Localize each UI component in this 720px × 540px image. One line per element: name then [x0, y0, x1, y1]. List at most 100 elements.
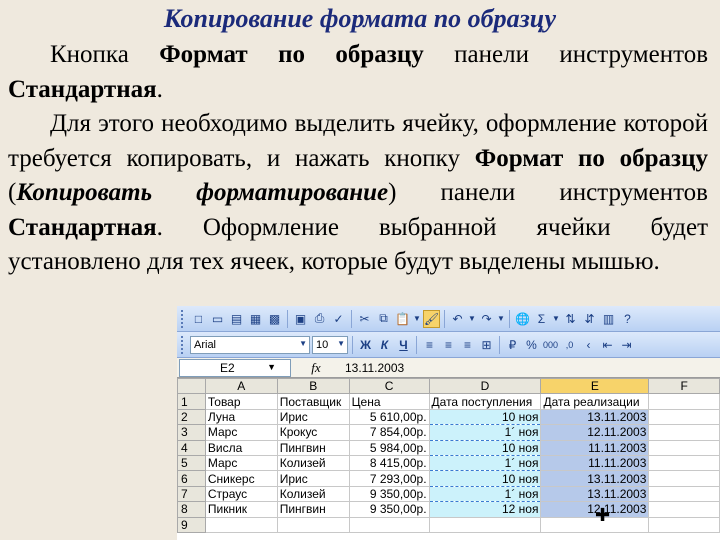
cell[interactable]: Колизей — [276, 454, 350, 472]
cell[interactable]: Дата реализации — [540, 393, 650, 410]
copy-icon[interactable]: ⧉ — [375, 310, 392, 328]
autosum-dropdown-icon[interactable]: ▼ — [552, 314, 560, 323]
cell[interactable]: 12 ноя — [428, 501, 542, 518]
sort-ascending-icon[interactable]: ⇅ — [562, 310, 579, 328]
cell[interactable]: Колизей — [276, 485, 350, 503]
cell[interactable]: Сникерс — [204, 470, 278, 487]
italic-icon[interactable]: К — [376, 336, 393, 354]
email-icon[interactable]: ▩ — [266, 310, 283, 328]
increase-decimal-icon[interactable]: ,0 — [561, 336, 578, 354]
undo-icon[interactable]: ↶ — [449, 310, 466, 328]
cell[interactable]: 9 350,00р. — [348, 501, 430, 518]
cell[interactable] — [648, 516, 720, 533]
cell[interactable]: Товар — [204, 393, 278, 410]
row-header[interactable]: 8 — [177, 501, 206, 518]
undo-dropdown-icon[interactable]: ▼ — [468, 314, 476, 323]
column-header[interactable]: D — [428, 377, 542, 395]
align-right-icon[interactable]: ≡ — [459, 336, 476, 354]
cell[interactable]: 10 ноя — [428, 470, 542, 487]
cell[interactable]: 11.11.2003 — [540, 439, 650, 456]
cell[interactable] — [648, 501, 720, 518]
row-header[interactable]: 3 — [177, 424, 206, 441]
open-icon[interactable]: ▭ — [209, 310, 226, 328]
align-center-icon[interactable]: ≡ — [440, 336, 457, 354]
cell[interactable]: 13.11.2003 — [540, 408, 650, 426]
column-header[interactable]: A — [204, 377, 278, 395]
cell[interactable]: 11.11.2003 — [540, 454, 650, 472]
cell[interactable]: 8 415,00р. — [348, 454, 430, 472]
cell[interactable]: Крокус — [276, 424, 350, 441]
permission-icon[interactable]: ▦ — [247, 310, 264, 328]
redo-icon[interactable]: ↷ — [478, 310, 495, 328]
redo-dropdown-icon[interactable]: ▼ — [497, 314, 505, 323]
comma-style-icon[interactable]: 000 — [542, 336, 559, 354]
merge-center-icon[interactable]: ⊞ — [478, 336, 495, 354]
cell[interactable]: Цена — [348, 393, 430, 410]
cell[interactable]: 7 854,00р. — [348, 424, 430, 441]
cell[interactable]: 5 610,00р. — [348, 408, 430, 426]
row-header[interactable]: 6 — [177, 470, 206, 487]
cell[interactable]: Страус — [204, 485, 278, 503]
cell[interactable] — [648, 454, 720, 472]
increase-indent-icon[interactable]: ⇥ — [618, 336, 635, 354]
select-all-corner[interactable] — [177, 377, 206, 395]
toolbar-grip[interactable] — [181, 309, 185, 328]
cell[interactable] — [648, 485, 720, 503]
cell[interactable]: Пингвин — [276, 501, 350, 518]
name-box[interactable]: E2 ▼ — [179, 358, 291, 377]
cell[interactable]: Пингвин — [276, 439, 350, 456]
currency-icon[interactable]: ₽ — [504, 336, 521, 354]
cut-icon[interactable]: ✂ — [356, 310, 373, 328]
print-icon[interactable]: ▣ — [292, 310, 309, 328]
font-name-select[interactable]: Arial ▼ — [190, 335, 310, 354]
hyperlink-icon[interactable]: 🌐 — [514, 310, 531, 328]
cell[interactable]: 1´ ноя — [428, 454, 542, 472]
cell[interactable]: 1´ ноя — [428, 485, 542, 503]
chart-wizard-icon[interactable]: ▥ — [600, 310, 617, 328]
cell[interactable] — [204, 516, 278, 533]
cell[interactable] — [428, 516, 542, 533]
decrease-indent-icon[interactable]: ⇤ — [599, 336, 616, 354]
cell[interactable]: 1´ ноя — [428, 424, 542, 441]
column-header[interactable]: E — [540, 377, 650, 395]
row-header[interactable]: 4 — [177, 439, 206, 456]
bold-icon[interactable]: Ж — [357, 336, 374, 354]
function-icon[interactable]: fx — [291, 360, 341, 376]
formula-input[interactable]: 13.11.2003 — [341, 361, 404, 375]
new-icon[interactable]: □ — [190, 310, 207, 328]
cell[interactable]: 10 ноя — [428, 408, 542, 426]
spelling-icon[interactable]: ✓ — [330, 310, 347, 328]
column-header[interactable]: F — [648, 377, 720, 395]
sort-descending-icon[interactable]: ⇵ — [581, 310, 598, 328]
preview-icon[interactable]: ⎙ — [311, 310, 328, 328]
cell[interactable] — [648, 424, 720, 441]
underline-icon[interactable]: Ч — [395, 336, 412, 354]
cell[interactable]: Пикник — [204, 501, 278, 518]
save-icon[interactable]: ▤ — [228, 310, 245, 328]
row-header[interactable]: 2 — [177, 408, 206, 426]
format-painter-icon[interactable]: 🖌 — [423, 309, 440, 328]
cell[interactable]: 7 293,00р. — [348, 470, 430, 487]
decrease-decimal-icon[interactable]: ‹ — [580, 336, 597, 354]
percent-icon[interactable]: % — [523, 336, 540, 354]
column-header[interactable]: B — [276, 377, 350, 395]
cell[interactable] — [648, 408, 720, 426]
cell[interactable] — [348, 516, 430, 533]
cell[interactable]: Ирис — [276, 470, 350, 487]
row-header[interactable]: 7 — [177, 485, 206, 503]
cell[interactable]: 9 350,00р. — [348, 485, 430, 503]
cell[interactable]: Луна — [204, 408, 278, 426]
row-header[interactable]: 5 — [177, 454, 206, 472]
row-header[interactable]: 1 — [177, 393, 206, 410]
cell[interactable]: 12.11.2003 — [540, 424, 650, 441]
autosum-icon[interactable]: Σ — [533, 310, 550, 328]
toolbar-grip[interactable] — [181, 335, 185, 354]
cell[interactable] — [648, 439, 720, 456]
row-header[interactable]: 9 — [177, 516, 206, 533]
cell[interactable] — [648, 470, 720, 487]
paste-icon[interactable]: 📋 — [394, 310, 411, 328]
cell[interactable]: Дата поступления — [428, 393, 542, 410]
paste-dropdown-icon[interactable]: ▼ — [413, 314, 421, 323]
font-size-select[interactable]: 10 ▼ — [312, 335, 348, 354]
cell[interactable]: 10 ноя — [428, 439, 542, 456]
